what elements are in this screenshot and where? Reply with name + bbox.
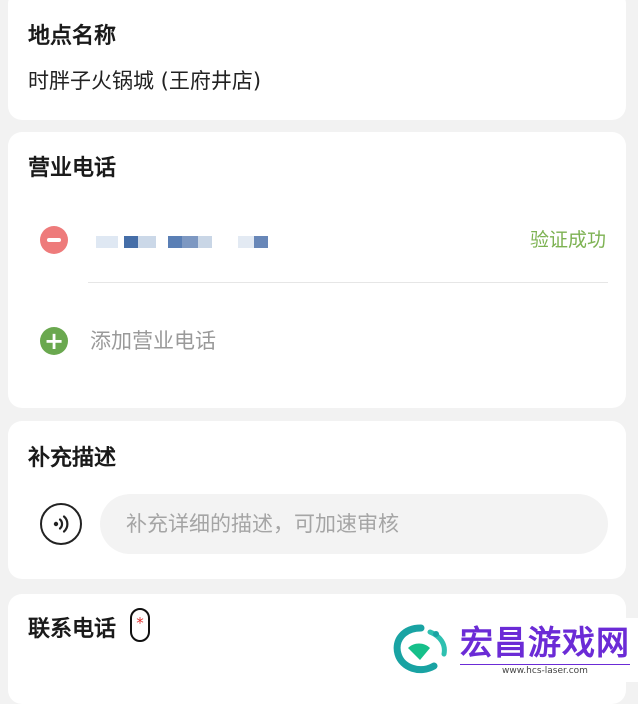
description-title: 补充描述 — [28, 446, 117, 471]
watermark-logo: 宏昌游戏网 www.hcs-laser.com — [384, 618, 638, 682]
divider — [88, 282, 608, 283]
remove-phone-button[interactable] — [40, 226, 68, 254]
add-phone-label[interactable]: 添加营业电话 — [90, 325, 216, 355]
contact-title: 联系电话 — [28, 617, 117, 642]
masked-phone-number — [88, 232, 278, 250]
verify-status: 验证成功 — [529, 229, 606, 251]
add-phone-icon[interactable]: + — [40, 327, 68, 355]
description-card: 补充描述 — [8, 421, 626, 579]
dragon-logo-icon — [393, 624, 447, 673]
description-input[interactable] — [100, 494, 608, 554]
location-card: 地点名称 时胖子火锅城 (王府井店) — [8, 0, 626, 120]
location-title: 地点名称 — [28, 24, 117, 49]
required-mark: * — [130, 608, 150, 642]
voice-input-icon[interactable] — [40, 503, 82, 545]
watermark-url: www.hcs-laser.com — [460, 664, 630, 676]
place-name-value[interactable]: 时胖子火锅城 (王府井店) — [28, 65, 261, 95]
business-phone-card: 营业电话 验证成功 + 添加营业电话 — [8, 132, 626, 408]
business-phone-title: 营业电话 — [28, 156, 117, 181]
watermark-name: 宏昌游戏网 — [460, 623, 630, 662]
